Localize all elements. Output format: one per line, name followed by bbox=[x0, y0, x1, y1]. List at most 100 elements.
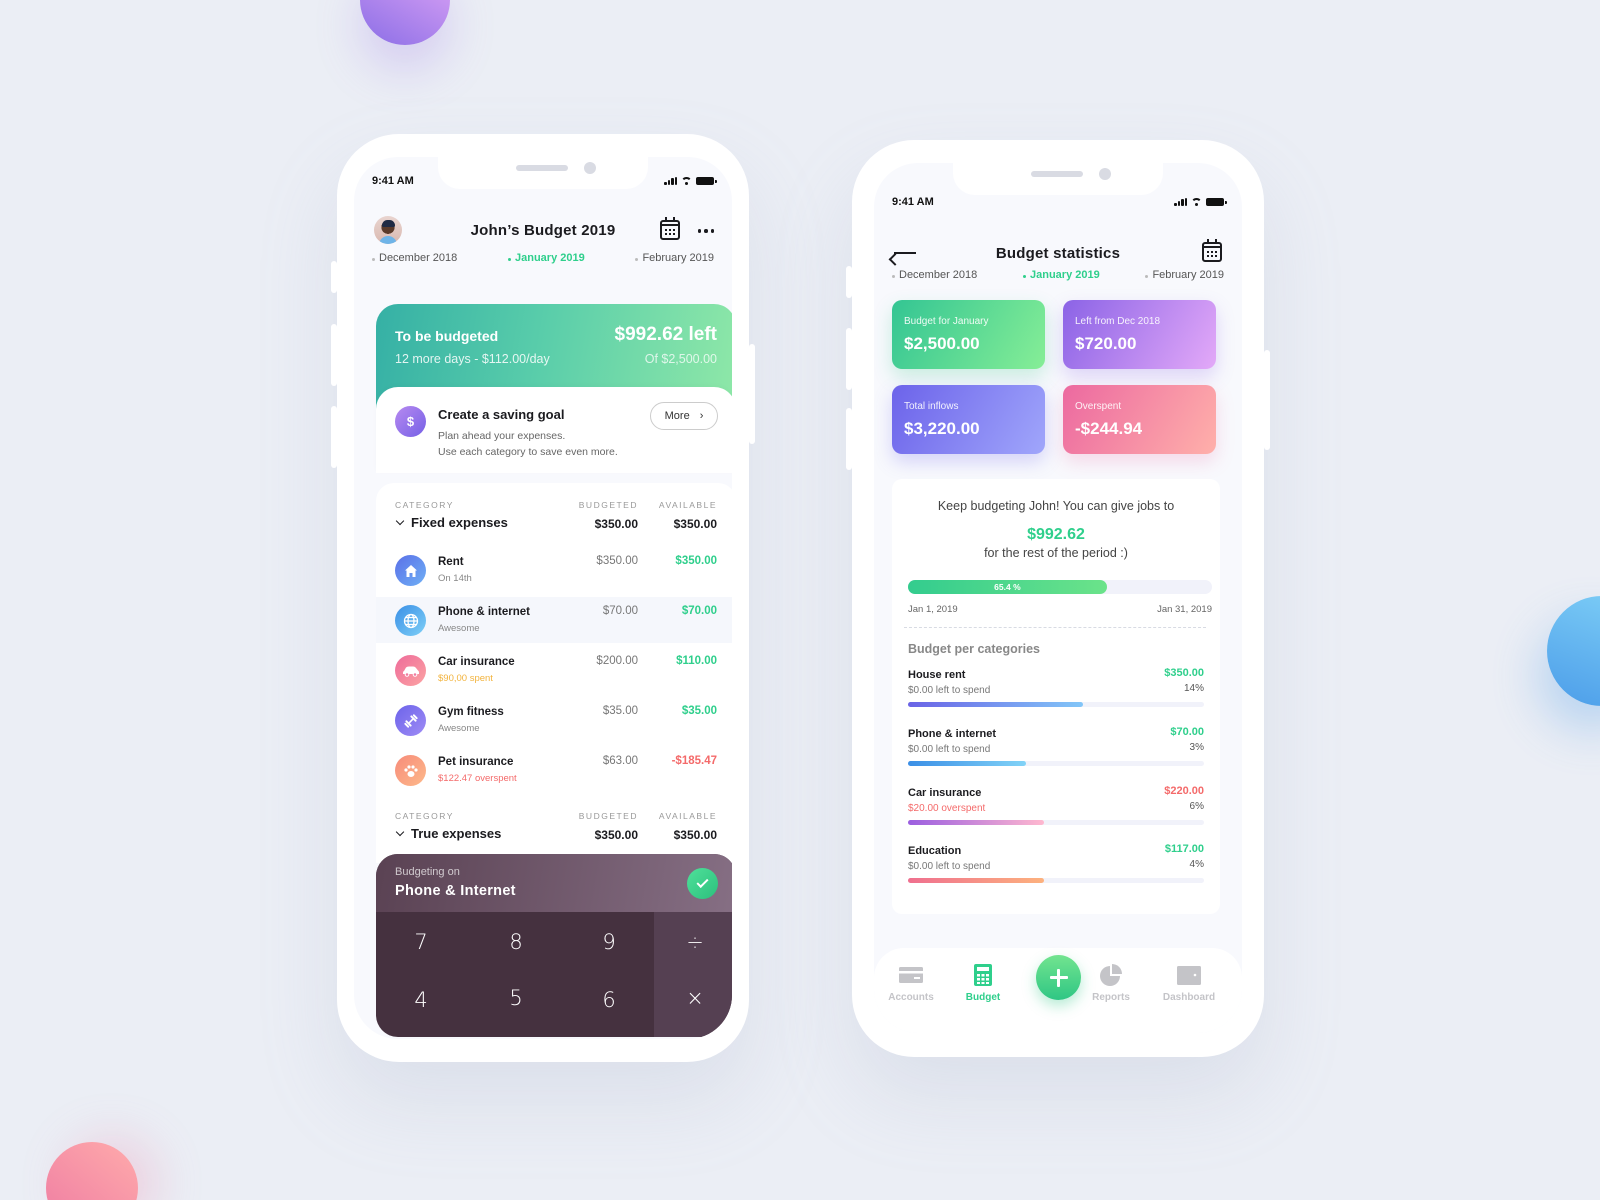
tab-label: Dashboard bbox=[1162, 992, 1216, 1003]
tab-reports[interactable]: Reports bbox=[1076, 964, 1146, 1003]
stat-card-overspent[interactable]: Overspent -$244.94 bbox=[1063, 385, 1216, 454]
tab-dashboard[interactable]: Dashboard bbox=[1154, 964, 1224, 1003]
side-button bbox=[846, 328, 852, 390]
more-options-icon[interactable] bbox=[697, 229, 714, 233]
category-budgeted[interactable]: $200.00 bbox=[596, 655, 638, 667]
budget-category-amount: $70.00 bbox=[1170, 726, 1204, 738]
month-next[interactable]: February 2019 bbox=[1145, 269, 1224, 281]
wifi-icon bbox=[1191, 198, 1202, 206]
side-button bbox=[1264, 350, 1270, 450]
period-start: Jan 1, 2019 bbox=[908, 604, 958, 615]
side-button bbox=[331, 324, 337, 386]
stat-card-left-from-dec[interactable]: Left from Dec 2018 $720.00 bbox=[1063, 300, 1216, 369]
category-row[interactable]: Rent On 14th $350.00 $350.00 bbox=[376, 547, 732, 593]
budget-category-row[interactable]: Car insurance $20.00 overspent $220.00 6… bbox=[908, 785, 1204, 835]
category-name: Phone & internet bbox=[438, 606, 531, 618]
period-end: Jan 31, 2019 bbox=[1157, 604, 1212, 615]
category-available: $35.00 bbox=[681, 705, 717, 717]
stat-label: Budget for January bbox=[904, 316, 989, 327]
category-subtext: Awesome bbox=[438, 623, 480, 634]
category-row[interactable]: Phone & internet Awesome $70.00 $70.00 bbox=[376, 597, 732, 643]
col-available: AVAILABLE bbox=[658, 811, 717, 821]
chevron-down-icon bbox=[395, 516, 405, 526]
progress-fill: 65.4 % bbox=[908, 580, 1107, 594]
key-multiply[interactable]: × bbox=[650, 970, 732, 1026]
calendar-icon[interactable] bbox=[1202, 239, 1222, 262]
key-divide[interactable]: ÷ bbox=[650, 914, 732, 970]
battery-icon bbox=[696, 177, 717, 185]
tab-accounts[interactable]: Accounts bbox=[876, 964, 946, 1003]
category-name: Pet insurance bbox=[438, 756, 514, 768]
categories-title: Budget per categories bbox=[908, 642, 1040, 656]
budget-category-percent: 3% bbox=[1189, 742, 1204, 753]
stat-label: Total inflows bbox=[904, 401, 959, 412]
budget-category-fill bbox=[908, 702, 1083, 707]
signal-icon bbox=[1174, 198, 1187, 206]
category-group-header[interactable]: CATEGORY BUDGETED AVAILABLE True expense… bbox=[376, 811, 732, 851]
decorative-purple-circle bbox=[360, 0, 450, 45]
stat-card-inflows[interactable]: Total inflows $3,220.00 bbox=[892, 385, 1045, 454]
more-button-label: More bbox=[664, 410, 690, 422]
category-budgeted[interactable]: $63.00 bbox=[603, 755, 638, 767]
category-subtext: On 14th bbox=[438, 573, 472, 584]
budget-card-title: To be budgeted bbox=[395, 328, 499, 344]
key-8[interactable]: 8 bbox=[471, 914, 561, 970]
confirm-check-button[interactable] bbox=[687, 868, 718, 899]
budget-category-sub: $0.00 left to spend bbox=[908, 861, 991, 872]
budget-category-track bbox=[908, 878, 1204, 883]
budget-category-track bbox=[908, 820, 1204, 825]
category-budgeted[interactable]: $35.00 bbox=[603, 705, 638, 717]
stat-value: $720.00 bbox=[1075, 334, 1137, 353]
pie-chart-icon bbox=[1099, 964, 1123, 986]
budget-category-sub: $0.00 left to spend bbox=[908, 685, 991, 696]
key-9[interactable]: 9 bbox=[564, 914, 654, 970]
side-button bbox=[331, 406, 337, 468]
col-budgeted: BUDGETED bbox=[578, 811, 638, 821]
right-screen: 9:41 AM Budget statistics December 2018 … bbox=[874, 163, 1242, 1033]
add-transaction-button[interactable] bbox=[1036, 955, 1081, 1000]
key-6[interactable]: 6 bbox=[564, 972, 654, 1028]
month-current[interactable]: January 2019 bbox=[508, 252, 585, 264]
key-5[interactable]: 5 bbox=[471, 970, 561, 1026]
budget-category-name: House rent bbox=[908, 669, 966, 681]
budget-category-sub: $20.00 overspent bbox=[908, 803, 986, 814]
col-category: CATEGORY bbox=[395, 500, 454, 510]
signal-icon bbox=[664, 177, 677, 185]
budget-category-percent: 6% bbox=[1189, 801, 1204, 812]
more-button[interactable]: More › bbox=[650, 402, 718, 430]
keypad-label: Budgeting on bbox=[395, 866, 460, 878]
month-next[interactable]: February 2019 bbox=[635, 252, 714, 264]
key-7[interactable]: 7 bbox=[376, 914, 466, 970]
month-current[interactable]: January 2019 bbox=[1023, 269, 1100, 281]
category-budgeted[interactable]: $350.00 bbox=[596, 555, 638, 567]
month-prev[interactable]: December 2018 bbox=[892, 269, 977, 281]
budget-category-row[interactable]: House rent $0.00 left to spend $350.00 1… bbox=[908, 667, 1204, 717]
category-budgeted[interactable]: $70.00 bbox=[603, 605, 638, 617]
category-group-header[interactable]: CATEGORY BUDGETED AVAILABLE Fixed expens… bbox=[376, 500, 732, 540]
category-row[interactable]: Pet insurance $122.47 overspent $63.00 -… bbox=[376, 747, 732, 793]
left-phone: 9:41 AM John’s Budget 2019 December 2018… bbox=[331, 134, 755, 1062]
category-row[interactable]: Car insurance $90,00 spent $200.00 $110.… bbox=[376, 647, 732, 693]
tab-budget[interactable]: Budget bbox=[948, 964, 1018, 1003]
category-name: Gym fitness bbox=[438, 706, 504, 718]
stat-card-budget[interactable]: Budget for January $2,500.00 bbox=[892, 300, 1045, 369]
globe-icon bbox=[395, 605, 426, 636]
budget-category-percent: 14% bbox=[1183, 683, 1204, 694]
saving-goal-card: $ Create a saving goal Plan ahead your e… bbox=[376, 387, 732, 473]
budget-category-track bbox=[908, 702, 1204, 707]
key-4[interactable]: 4 bbox=[376, 972, 466, 1028]
battery-icon bbox=[1206, 198, 1227, 206]
stat-label: Overspent bbox=[1075, 401, 1122, 412]
calendar-icon[interactable] bbox=[660, 217, 680, 240]
stat-value: -$244.94 bbox=[1075, 419, 1143, 438]
category-available: $70.00 bbox=[681, 605, 717, 617]
status-time: 9:41 AM bbox=[892, 196, 934, 208]
month-prev[interactable]: December 2018 bbox=[372, 252, 457, 264]
category-row[interactable]: Gym fitness Awesome $35.00 $35.00 bbox=[376, 697, 732, 743]
month-selector: December 2018 January 2019 February 2019 bbox=[354, 252, 732, 264]
budget-category-row[interactable]: Phone & internet $0.00 left to spend $70… bbox=[908, 726, 1204, 776]
dumbbell-icon bbox=[395, 705, 426, 736]
category-available: $350.00 bbox=[675, 555, 717, 567]
budget-category-row[interactable]: Education $0.00 left to spend $117.00 4% bbox=[908, 843, 1204, 893]
col-available: AVAILABLE bbox=[658, 500, 717, 510]
